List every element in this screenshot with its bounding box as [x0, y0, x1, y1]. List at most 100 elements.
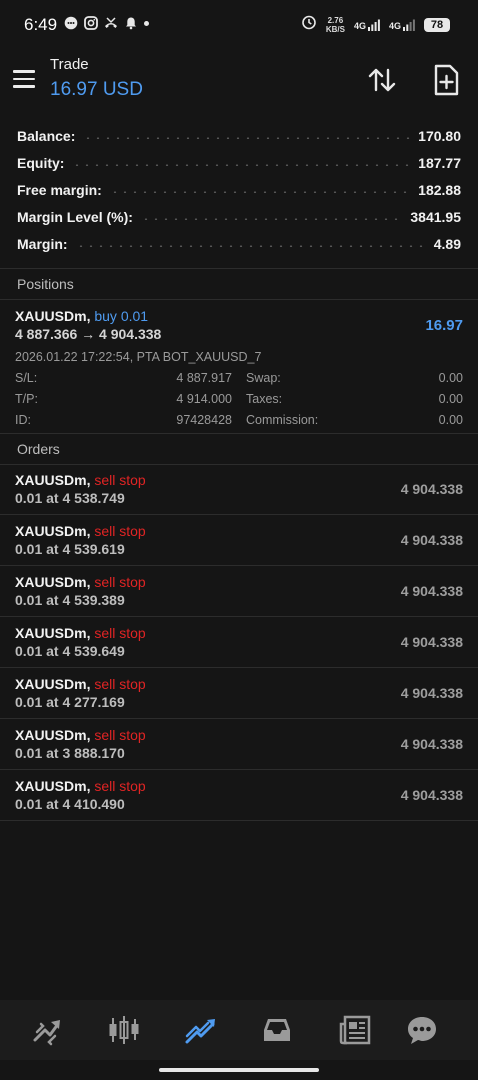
order-current-price: 4 904.338	[400, 685, 463, 701]
signal-bars-2-icon	[403, 19, 415, 31]
order-symbol: XAUUSDm, sell stop	[15, 676, 146, 692]
order-symbol: XAUUSDm, sell stop	[15, 727, 146, 743]
bell-icon	[124, 16, 138, 30]
symbol-text: XAUUSDm,	[15, 523, 91, 539]
signal-2: 4G	[389, 19, 415, 31]
notification-icons	[64, 16, 149, 30]
account-summary: Balance: 170.80 Equity: 187.77 Free margin…	[0, 122, 478, 257]
order-volume: 0.01 at 4 538.749	[15, 490, 125, 506]
symbol-text: XAUUSDm,	[15, 574, 91, 590]
nav-chart[interactable]	[107, 1014, 141, 1046]
symbol-text: XAUUSDm,	[15, 625, 91, 641]
order-symbol: XAUUSDm, sell stop	[15, 472, 146, 488]
home-indicator[interactable]	[159, 1068, 319, 1072]
nav-news[interactable]	[338, 1014, 372, 1046]
commission-value: 0.00	[438, 413, 463, 427]
section-title: Orders	[17, 441, 60, 457]
page-title: Trade	[50, 56, 89, 73]
nav-trade[interactable]	[184, 1014, 218, 1046]
order-volume: 0.01 at 4 410.490	[15, 796, 125, 812]
nav-history[interactable]	[260, 1014, 294, 1046]
free-margin-row: Free margin: 182.88	[0, 176, 478, 203]
missed-call-icon	[104, 16, 118, 30]
symbol-text: XAUUSDm,	[15, 727, 91, 743]
alarm-icon	[301, 14, 317, 35]
id-label: ID:	[15, 413, 31, 427]
commission-label: Commission:	[246, 413, 319, 427]
order-volume: 0.01 at 4 539.389	[15, 592, 125, 608]
summary-label: Equity:	[17, 154, 65, 171]
order-item[interactable]: XAUUSDm, sell stop 0.01 at 4 539.389 4 9…	[0, 566, 478, 617]
battery-icon: 78	[424, 17, 450, 32]
tp-label: T/P:	[15, 392, 38, 406]
symbol-text: XAUUSDm,	[15, 676, 91, 692]
new-document-icon	[434, 64, 459, 96]
dotted-leader	[109, 190, 411, 193]
network-type-1: 4G	[353, 20, 366, 31]
nav-messages[interactable]	[405, 1014, 439, 1046]
signal-bars-icon	[367, 19, 380, 31]
summary-value: 3841.95	[410, 208, 461, 225]
status-time: 6:49	[24, 15, 58, 34]
order-type: sell stop	[94, 574, 146, 590]
order-item[interactable]: XAUUSDm, sell stop 0.01 at 4 539.619 4 9…	[0, 515, 478, 566]
speed-value: 2.76	[327, 15, 344, 25]
order-current-price: 4 904.338	[400, 787, 463, 803]
symbol-text: XAUUSDm,	[15, 778, 91, 794]
symbol-text: XAUUSDm,	[15, 472, 91, 488]
messages-icon	[408, 1017, 436, 1044]
order-current-price: 4 904.338	[400, 634, 463, 650]
total-profit: 16.97 USD	[50, 79, 143, 100]
order-item[interactable]: XAUUSDm, sell stop 0.01 at 4 410.490 4 9…	[0, 770, 478, 821]
order-volume: 0.01 at 4 539.649	[15, 643, 125, 659]
position-item[interactable]: XAUUSDm, buy 0.01 4 887.366 → 4 904.338 …	[0, 301, 478, 434]
position-profit: 16.97	[425, 317, 463, 334]
tp-value: 4 914.000	[176, 392, 232, 406]
summary-value: 170.80	[418, 127, 461, 144]
position-symbol: XAUUSDm, buy 0.01	[15, 308, 148, 324]
dot-icon	[144, 20, 149, 26]
network-speed: 2.76 KB/S	[326, 16, 345, 34]
sort-button[interactable]	[366, 64, 398, 96]
dotted-leader	[140, 217, 403, 220]
position-details: S/L: 4 887.917 Swap: 0.00 T/P: 4 914.000…	[15, 371, 463, 434]
bottom-nav	[0, 1000, 478, 1060]
order-item[interactable]: XAUUSDm, sell stop 0.01 at 4 539.649 4 9…	[0, 617, 478, 668]
detail-row: ID: 97428428 Commission: 0.00	[15, 413, 463, 434]
chat-icon	[64, 16, 78, 30]
order-item[interactable]: XAUUSDm, sell stop 0.01 at 4 277.169 4 9…	[0, 668, 478, 719]
speed-unit: KB/S	[325, 24, 345, 34]
instagram-icon	[84, 16, 98, 30]
order-item[interactable]: XAUUSDm, sell stop 0.01 at 3 888.170 4 9…	[0, 719, 478, 770]
status-icons-right: 2.76 KB/S 4G 4G 78	[301, 14, 450, 35]
news-icon	[339, 1015, 371, 1045]
summary-label: Margin Level (%):	[17, 208, 133, 225]
summary-label: Margin:	[17, 235, 68, 252]
margin-row: Margin: 4.89	[0, 230, 478, 257]
order-volume: 0.01 at 4 277.169	[15, 694, 125, 710]
symbol-text: XAUUSDm,	[15, 308, 91, 324]
summary-label: Balance:	[17, 127, 76, 144]
summary-value: 4.89	[433, 235, 461, 252]
swap-label: Swap:	[246, 371, 281, 385]
order-volume: 0.01 at 3 888.170	[15, 745, 125, 761]
nav-quotes[interactable]	[31, 1014, 65, 1046]
history-icon	[264, 1019, 290, 1041]
order-current-price: 4 904.338	[400, 583, 463, 599]
summary-value: 187.77	[418, 154, 461, 171]
detail-row: T/P: 4 914.000 Taxes: 0.00	[15, 392, 463, 413]
order-current-price: 4 904.338	[400, 532, 463, 548]
detail-row: S/L: 4 887.917 Swap: 0.00	[15, 371, 463, 392]
position-type: buy 0.01	[94, 308, 149, 324]
order-volume: 0.01 at 4 539.619	[15, 541, 125, 557]
menu-icon[interactable]	[13, 70, 35, 88]
orders-section-header: Orders	[0, 433, 478, 465]
sort-arrows-icon	[368, 68, 396, 92]
order-item[interactable]: XAUUSDm, sell stop 0.01 at 4 538.749 4 9…	[0, 464, 478, 515]
chart-icon	[109, 1016, 139, 1044]
new-order-button[interactable]	[430, 63, 462, 97]
orders-list: XAUUSDm, sell stop 0.01 at 4 538.749 4 9…	[0, 464, 478, 821]
order-current-price: 4 904.338	[400, 481, 463, 497]
summary-value: 182.88	[418, 181, 461, 198]
summary-label: Free margin:	[17, 181, 102, 198]
